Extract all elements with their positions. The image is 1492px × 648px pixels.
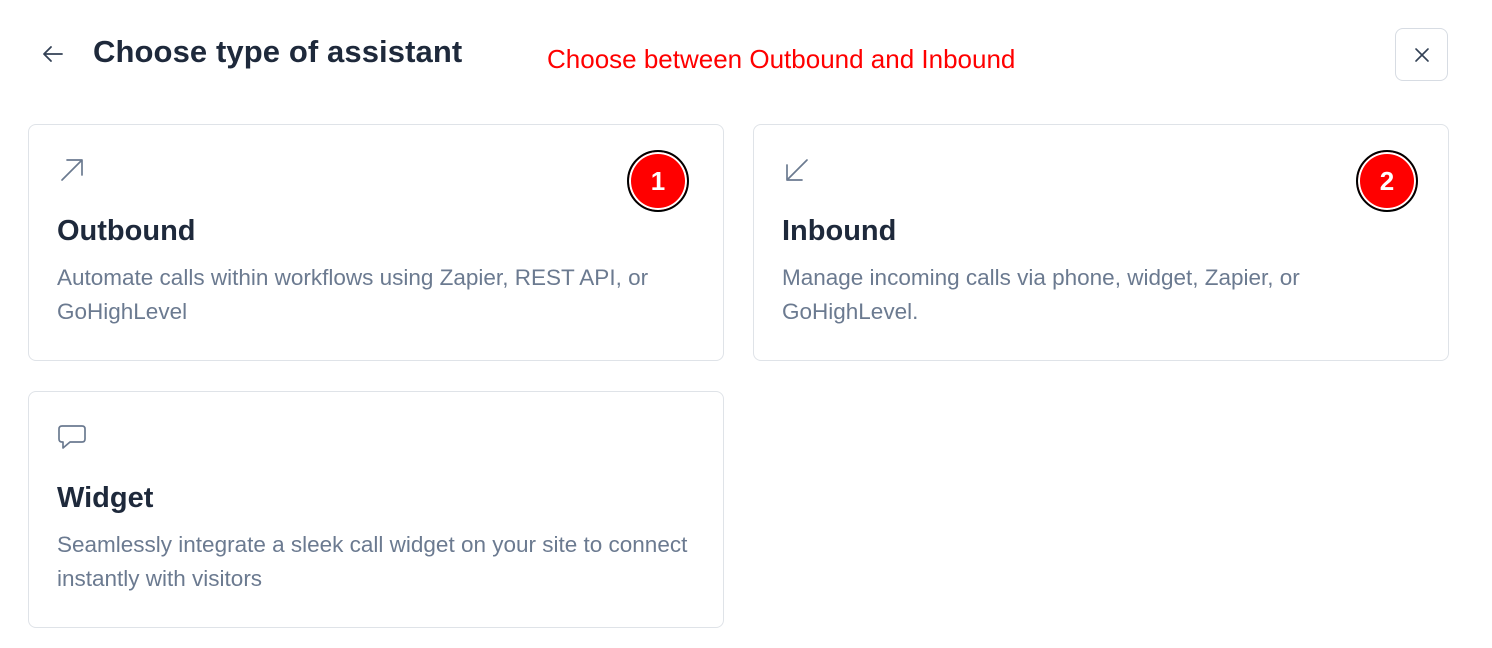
- card-description: Automate calls within workflows using Za…: [57, 265, 649, 324]
- close-button[interactable]: [1395, 28, 1448, 81]
- message-bubble-icon: [57, 422, 87, 452]
- outbound-option-card[interactable]: 1 Outbound Automate calls within workflo…: [28, 124, 724, 361]
- inbound-option-card[interactable]: 2 Inbound Manage incoming calls via phon…: [753, 124, 1449, 361]
- card-title: Widget: [57, 482, 154, 514]
- card-title: Inbound: [782, 215, 897, 247]
- close-icon: [1414, 47, 1429, 62]
- widget-option-card[interactable]: Widget Seamlessly integrate a sleek call…: [28, 391, 724, 628]
- dialog-header: Choose type of assistant Choose between …: [0, 0, 1492, 110]
- card-description: Manage incoming calls via phone, widget,…: [782, 265, 1300, 324]
- step-badge-1: 1: [627, 150, 689, 212]
- arrow-down-left-icon: [782, 155, 812, 185]
- annotation-text: Choose between Outbound and Inbound: [547, 44, 1016, 74]
- arrow-left-icon: [43, 46, 63, 62]
- card-title: Outbound: [57, 215, 196, 247]
- arrow-up-right-icon: [57, 155, 87, 185]
- dialog-title: Choose type of assistant: [93, 34, 463, 69]
- card-description: Seamlessly integrate a sleek call widget…: [57, 532, 688, 591]
- back-button[interactable]: [38, 36, 68, 72]
- step-badge-2: 2: [1356, 150, 1418, 212]
